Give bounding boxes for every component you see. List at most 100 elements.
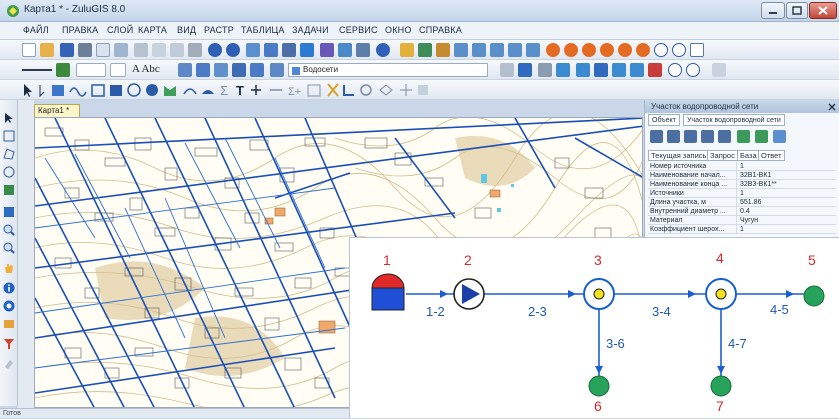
filled-circle-icon[interactable] bbox=[146, 84, 158, 96]
table-row[interactable]: Материал Чугун bbox=[648, 216, 836, 225]
zoom-out-icon[interactable] bbox=[3, 242, 15, 254]
consumer-node-6-icon[interactable] bbox=[588, 375, 610, 397]
pen-icon[interactable] bbox=[518, 63, 532, 77]
menu-window[interactable]: ОКНО bbox=[385, 25, 412, 35]
line-style-icon[interactable] bbox=[22, 69, 52, 71]
calc-mode-6-icon[interactable] bbox=[636, 43, 650, 57]
new-file-icon[interactable] bbox=[22, 43, 36, 57]
select-poly-icon[interactable] bbox=[3, 148, 15, 160]
layers-icon[interactable] bbox=[246, 43, 260, 57]
circle-icon[interactable] bbox=[127, 83, 141, 97]
select-circle-icon[interactable] bbox=[3, 166, 15, 178]
print-preview-icon[interactable] bbox=[96, 43, 110, 57]
zoom-in-icon[interactable] bbox=[3, 224, 15, 236]
network-result-icon[interactable] bbox=[526, 43, 540, 57]
menu-table[interactable]: ТАБЛИЦА bbox=[241, 25, 285, 35]
menu-help[interactable]: СПРАВКА bbox=[419, 25, 462, 35]
prev-record-icon[interactable] bbox=[667, 130, 680, 143]
select-rect-icon[interactable] bbox=[3, 130, 15, 142]
last-record-icon[interactable] bbox=[718, 130, 731, 143]
subtab-base[interactable]: База bbox=[737, 150, 760, 161]
symbol-icon[interactable] bbox=[178, 63, 192, 77]
grid-select-icon[interactable] bbox=[3, 206, 15, 218]
open-folder-icon[interactable] bbox=[40, 43, 54, 57]
sigma-icon[interactable]: Σ bbox=[220, 83, 228, 98]
menu-map[interactable]: КАРТА bbox=[138, 25, 167, 35]
network-tool-icon[interactable] bbox=[400, 43, 414, 57]
arc-icon[interactable] bbox=[183, 88, 197, 95]
row-value[interactable]: 1 bbox=[740, 225, 744, 234]
calc-mode-3-icon[interactable] bbox=[582, 43, 596, 57]
undo-icon[interactable] bbox=[208, 43, 222, 57]
extra-tool-icon[interactable] bbox=[418, 85, 428, 95]
eraser-icon[interactable] bbox=[3, 358, 15, 370]
menu-raster[interactable]: РАСТР bbox=[204, 25, 234, 35]
source-tank-icon[interactable] bbox=[371, 273, 405, 311]
curve-icon[interactable] bbox=[69, 87, 87, 97]
move-icon[interactable] bbox=[400, 84, 412, 96]
style-4-icon[interactable] bbox=[250, 63, 264, 77]
help-icon[interactable] bbox=[376, 43, 390, 57]
cross-icon[interactable] bbox=[327, 83, 339, 97]
filled-rect-icon[interactable] bbox=[110, 85, 122, 96]
paste-icon[interactable] bbox=[170, 43, 184, 57]
fill-color-icon[interactable] bbox=[56, 63, 70, 77]
pointer-icon[interactable] bbox=[24, 84, 32, 97]
text-style-label[interactable]: A Abc bbox=[132, 63, 160, 75]
table-row[interactable]: Наименование конца ... 32В3-ВК1** bbox=[648, 180, 836, 189]
menu-layer[interactable]: СЛОЙ bbox=[107, 25, 133, 35]
save-icon[interactable] bbox=[60, 43, 74, 57]
snap-6-icon[interactable] bbox=[630, 63, 644, 77]
consumer-node-5-icon[interactable] bbox=[803, 285, 825, 307]
funnel-icon[interactable] bbox=[3, 338, 15, 350]
network-calc-icon[interactable] bbox=[418, 43, 432, 57]
book-icon[interactable] bbox=[3, 318, 15, 330]
sum-icon[interactable]: Σ+ bbox=[288, 86, 301, 98]
row-value[interactable]: 551.86 bbox=[740, 198, 761, 207]
polyline-icon[interactable] bbox=[52, 85, 64, 96]
network-path-icon[interactable] bbox=[472, 43, 486, 57]
snap-5-icon[interactable] bbox=[612, 63, 626, 77]
snap-2-icon[interactable] bbox=[556, 63, 570, 77]
menu-view[interactable]: ВИД bbox=[177, 25, 196, 35]
subtab-answer[interactable]: Ответ bbox=[758, 150, 785, 161]
maximize-button[interactable] bbox=[786, 2, 808, 19]
subtab-query[interactable]: Запрос bbox=[707, 150, 738, 161]
panel-close-icon[interactable] bbox=[828, 103, 836, 111]
network-graph-icon[interactable] bbox=[508, 43, 522, 57]
subtab-current-record[interactable]: Текущая запись bbox=[648, 150, 710, 161]
table-row[interactable]: Коэффициент шерох... 1 bbox=[648, 225, 836, 234]
first-record-icon[interactable] bbox=[650, 130, 663, 143]
junction-node-3-icon[interactable] bbox=[583, 278, 615, 310]
row-value[interactable]: Чугун bbox=[740, 216, 758, 225]
table-row[interactable]: Наименование начал... 32В1-ВК1 bbox=[648, 171, 836, 180]
layer-select[interactable]: Водосети bbox=[288, 63, 488, 77]
close-button[interactable] bbox=[809, 2, 837, 19]
select-tool-icon[interactable] bbox=[500, 63, 514, 77]
calc-mode-2-icon[interactable] bbox=[564, 43, 578, 57]
properties-icon[interactable] bbox=[114, 43, 128, 57]
tab-object[interactable]: Объект bbox=[648, 114, 680, 126]
cut-icon[interactable] bbox=[134, 43, 148, 57]
rotate-icon[interactable] bbox=[360, 84, 372, 96]
refresh-icon[interactable] bbox=[737, 130, 750, 143]
next-record-icon[interactable] bbox=[701, 130, 714, 143]
select-arrow-icon[interactable] bbox=[3, 112, 15, 124]
prev-circle-icon[interactable] bbox=[668, 63, 682, 77]
select-all-icon[interactable] bbox=[3, 184, 15, 196]
info-icon[interactable] bbox=[3, 282, 15, 294]
search-map-icon[interactable] bbox=[356, 43, 370, 57]
menu-tasks[interactable]: ЗАДАЧИ bbox=[292, 25, 329, 35]
edit-icon[interactable] bbox=[320, 43, 334, 57]
sector-icon[interactable] bbox=[202, 90, 214, 94]
consumer-node-7-icon[interactable] bbox=[710, 375, 732, 397]
style-3-icon[interactable] bbox=[232, 63, 246, 77]
row-value[interactable]: 0.4 bbox=[740, 207, 750, 216]
menu-file[interactable]: ФАЙЛ bbox=[23, 25, 49, 35]
row-value[interactable]: 32В3-ВК1** bbox=[740, 180, 777, 189]
snap-3-icon[interactable] bbox=[576, 63, 590, 77]
junction-node-4-icon[interactable] bbox=[705, 278, 737, 310]
play-record-icon[interactable] bbox=[684, 130, 697, 143]
more-icon[interactable] bbox=[712, 63, 726, 77]
table-row[interactable]: Внутренний диаметр ... 0.4 bbox=[648, 207, 836, 216]
